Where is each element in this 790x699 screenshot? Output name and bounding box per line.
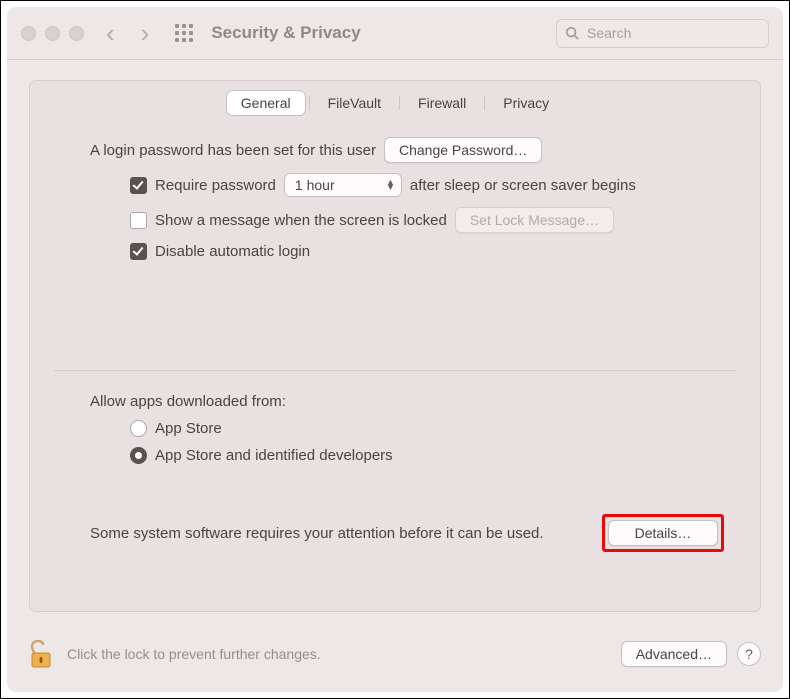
tab-bar: General FileVault Firewall Privacy — [30, 91, 760, 115]
back-button[interactable]: ‹ — [106, 20, 115, 46]
window-controls — [21, 26, 84, 41]
lock-hint-text: Click the lock to prevent further change… — [67, 646, 321, 662]
allow-apps-section: Allow apps downloaded from: App Store Ap… — [30, 393, 760, 464]
require-password-suffix: after sleep or screen saver begins — [410, 177, 636, 194]
allow-apps-identified-label: App Store and identified developers — [155, 447, 393, 464]
minimize-window-icon[interactable] — [45, 26, 60, 41]
details-button[interactable]: Details… — [608, 520, 718, 546]
show-message-label: Show a message when the screen is locked — [155, 212, 447, 229]
set-lock-message-button: Set Lock Message… — [455, 207, 614, 233]
tab-privacy[interactable]: Privacy — [489, 91, 563, 115]
details-highlight: Details… — [602, 514, 724, 552]
require-password-checkbox[interactable] — [130, 177, 147, 194]
change-password-button[interactable]: Change Password… — [384, 137, 542, 163]
tab-general[interactable]: General — [227, 91, 305, 115]
allow-apps-heading: Allow apps downloaded from: — [90, 393, 286, 410]
toolbar: ‹ › Security & Privacy — [7, 7, 783, 60]
footer: Click the lock to prevent further change… — [29, 630, 761, 678]
forward-button[interactable]: › — [141, 20, 150, 46]
show-message-checkbox[interactable] — [130, 212, 147, 229]
disable-auto-login-label: Disable automatic login — [155, 243, 310, 260]
require-password-delay-value: 1 hour — [295, 177, 335, 193]
disable-auto-login-checkbox[interactable] — [130, 243, 147, 260]
allow-apps-appstore-label: App Store — [155, 420, 222, 437]
content-panel: General FileVault Firewall Privacy A log… — [29, 80, 761, 612]
require-password-label: Require password — [155, 177, 276, 194]
attention-row: Some system software requires your atten… — [30, 514, 760, 552]
lock-icon[interactable] — [29, 640, 53, 668]
login-password-text: A login password has been set for this u… — [90, 142, 376, 159]
tab-firewall[interactable]: Firewall — [404, 91, 480, 115]
search-input[interactable] — [585, 24, 760, 42]
close-window-icon[interactable] — [21, 26, 36, 41]
advanced-button[interactable]: Advanced… — [621, 641, 727, 667]
tab-filevault[interactable]: FileVault — [314, 91, 395, 115]
require-password-delay-select[interactable]: 1 hour ▲▼ — [284, 173, 402, 197]
search-field[interactable] — [556, 19, 769, 48]
nav-buttons: ‹ › — [106, 20, 149, 46]
login-password-section: A login password has been set for this u… — [30, 137, 760, 260]
help-button[interactable]: ? — [737, 642, 761, 666]
search-icon — [565, 26, 579, 40]
preferences-window: ‹ › Security & Privacy General FileVault… — [7, 7, 783, 692]
attention-text: Some system software requires your atten… — [90, 525, 544, 542]
zoom-window-icon[interactable] — [69, 26, 84, 41]
allow-apps-identified-radio[interactable] — [130, 447, 147, 464]
allow-apps-appstore-radio[interactable] — [130, 420, 147, 437]
section-divider — [54, 370, 736, 371]
chevron-updown-icon: ▲▼ — [386, 180, 395, 190]
show-all-icon[interactable] — [175, 24, 193, 42]
window-title: Security & Privacy — [211, 23, 360, 43]
